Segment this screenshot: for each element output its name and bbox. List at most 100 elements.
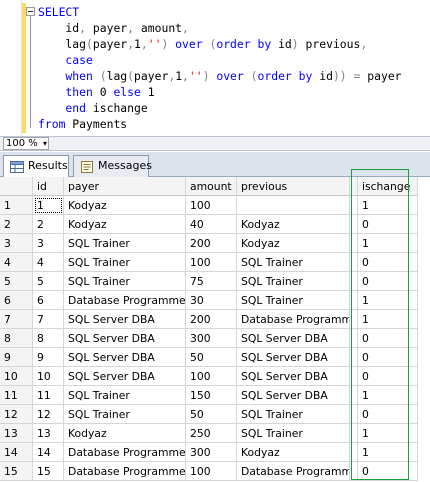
table-row[interactable]: 6 6 Database Programmer 30 SQL Trainer 1 [0,291,430,310]
cell-previous[interactable]: Kodyaz [237,234,350,253]
table-row[interactable]: 5 5 SQL Trainer 75 SQL Trainer 0 [0,272,430,291]
cell-ischange[interactable]: 1 [358,196,418,215]
cell-previous[interactable]: SQL Trainer [237,424,350,443]
cell-ischange[interactable]: 1 [358,310,418,329]
cell-payer[interactable]: Kodyaz [64,424,186,443]
row-number[interactable]: 12 [0,405,33,424]
cell-previous[interactable]: SQL Trainer [237,291,350,310]
cell-amount[interactable]: 40 [186,215,237,234]
cell-ischange[interactable]: 0 [358,215,418,234]
cell-payer[interactable]: SQL Server DBA [64,367,186,386]
cell-amount[interactable]: 250 [186,424,237,443]
row-number[interactable]: 3 [0,234,33,253]
cell-payer[interactable]: SQL Trainer [64,405,186,424]
cell-ischange[interactable]: 0 [358,462,418,481]
table-row[interactable]: 14 14 Database Programmer 300 Kodyaz 1 [0,443,430,462]
zoom-select[interactable]: 100 % ▾ [3,137,49,150]
cell-id[interactable]: 10 [33,367,64,386]
cell-ischange[interactable]: 1 [358,443,418,462]
cell-id[interactable]: 6 [33,291,64,310]
row-number[interactable]: 14 [0,443,33,462]
cell-id[interactable]: 5 [33,272,64,291]
column-header-payer[interactable]: payer [64,177,186,196]
table-row[interactable]: 1 1 Kodyaz 100 1 [0,196,430,215]
cell-payer[interactable]: SQL Server DBA [64,310,186,329]
results-grid[interactable]: id payer amount previous ischange 1 1 Kody… [0,177,430,482]
cell-payer[interactable]: SQL Server DBA [64,348,186,367]
cell-ischange[interactable]: 1 [358,234,418,253]
cell-id[interactable]: 8 [33,329,64,348]
table-row[interactable]: 2 2 Kodyaz 40 Kodyaz 0 [0,215,430,234]
row-number[interactable]: 8 [0,329,33,348]
cell-id[interactable]: 12 [33,405,64,424]
cell-payer[interactable]: Kodyaz [64,196,186,215]
cell-previous[interactable] [237,196,350,215]
cell-amount[interactable]: 100 [186,367,237,386]
cell-previous[interactable]: SQL Server DBA [237,348,350,367]
table-row[interactable]: 9 9 SQL Server DBA 50 SQL Server DBA 0 [0,348,430,367]
cell-amount[interactable]: 75 [186,272,237,291]
cell-id[interactable]: 11 [33,386,64,405]
cell-payer[interactable]: SQL Trainer [64,253,186,272]
collapse-region-icon[interactable] [26,7,35,16]
cell-ischange[interactable]: 1 [358,424,418,443]
cell-ischange[interactable]: 0 [358,405,418,424]
chevron-down-icon[interactable]: ▾ [43,138,47,149]
cell-ischange[interactable]: 0 [358,367,418,386]
cell-previous[interactable]: SQL Server DBA [237,367,350,386]
table-row[interactable]: 13 13 Kodyaz 250 SQL Trainer 1 [0,424,430,443]
grid-corner[interactable] [0,177,33,196]
cell-amount[interactable]: 50 [186,348,237,367]
table-row[interactable]: 4 4 SQL Trainer 100 SQL Trainer 0 [0,253,430,272]
row-number[interactable]: 10 [0,367,33,386]
cell-id[interactable]: 9 [33,348,64,367]
cell-previous[interactable]: Kodyaz [237,443,350,462]
cell-id[interactable]: 4 [33,253,64,272]
horizontal-scrollbar[interactable] [54,139,426,148]
cell-payer[interactable]: SQL Trainer [64,386,186,405]
row-number[interactable]: 11 [0,386,33,405]
table-row[interactable]: 11 11 SQL Trainer 150 SQL Server DBA 1 [0,386,430,405]
cell-payer[interactable]: Kodyaz [64,215,186,234]
tab-results[interactable]: Results [3,155,69,178]
row-number[interactable]: 4 [0,253,33,272]
cell-amount[interactable]: 100 [186,196,237,215]
cell-previous[interactable]: Database Programmer [237,310,350,329]
table-row[interactable]: 8 8 SQL Server DBA 300 SQL Server DBA 0 [0,329,430,348]
cell-previous[interactable]: SQL Server DBA [237,386,350,405]
cell-payer[interactable]: Database Programmer [64,462,186,481]
table-row[interactable]: 77SQL Server DBA200Database Programmer1 [0,310,430,329]
row-number[interactable]: 1 [0,196,33,215]
table-row[interactable]: 10 10 SQL Server DBA 100 SQL Server DBA 0 [0,367,430,386]
cell-ischange[interactable]: 0 [358,348,418,367]
table-row[interactable]: 3 3 SQL Trainer 200 Kodyaz 1 [0,234,430,253]
cell-amount[interactable]: 150 [186,386,237,405]
cell-id[interactable]: 3 [33,234,64,253]
cell-id[interactable]: 14 [33,443,64,462]
cell-id[interactable]: 2 [33,215,64,234]
cell-previous[interactable]: SQL Trainer [237,253,350,272]
cell-previous[interactable]: Kodyaz [237,215,350,234]
cell-amount[interactable]: 50 [186,405,237,424]
column-header-previous[interactable]: previous [237,177,350,196]
cell-id[interactable]: 7 [33,310,64,329]
row-number[interactable]: 9 [0,348,33,367]
cell-payer[interactable]: SQL Trainer [64,234,186,253]
cell-payer[interactable]: SQL Trainer [64,272,186,291]
cell-ischange[interactable]: 0 [358,253,418,272]
cell-previous[interactable]: SQL Trainer [237,272,350,291]
cell-amount[interactable]: 300 [186,443,237,462]
cell-amount[interactable]: 200 [186,310,237,329]
cell-amount[interactable]: 300 [186,329,237,348]
row-number[interactable]: 13 [0,424,33,443]
cell-previous[interactable]: Database Programmer [237,462,350,481]
column-header-ischange[interactable]: ischange [358,177,418,196]
row-number[interactable]: 5 [0,272,33,291]
cell-ischange[interactable]: 1 [358,386,418,405]
column-header-amount[interactable]: amount [186,177,237,196]
row-number[interactable]: 7 [0,310,33,329]
cell-amount[interactable]: 30 [186,291,237,310]
table-row[interactable]: 12 12 SQL Trainer 50 SQL Trainer 0 [0,405,430,424]
cell-ischange[interactable]: 0 [358,329,418,348]
cell-id[interactable]: 13 [33,424,64,443]
